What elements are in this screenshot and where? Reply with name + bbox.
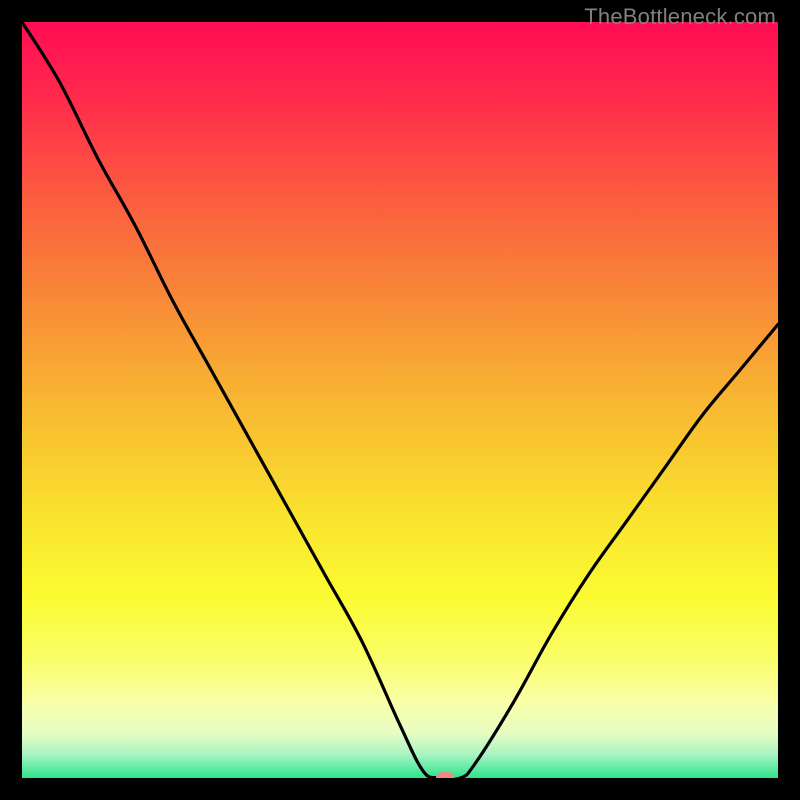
plot-area — [22, 22, 778, 778]
chart-frame: TheBottleneck.com — [0, 0, 800, 800]
watermark-text: TheBottleneck.com — [584, 4, 776, 30]
bottleneck-curve — [22, 22, 778, 778]
optimal-point-marker — [436, 772, 454, 778]
